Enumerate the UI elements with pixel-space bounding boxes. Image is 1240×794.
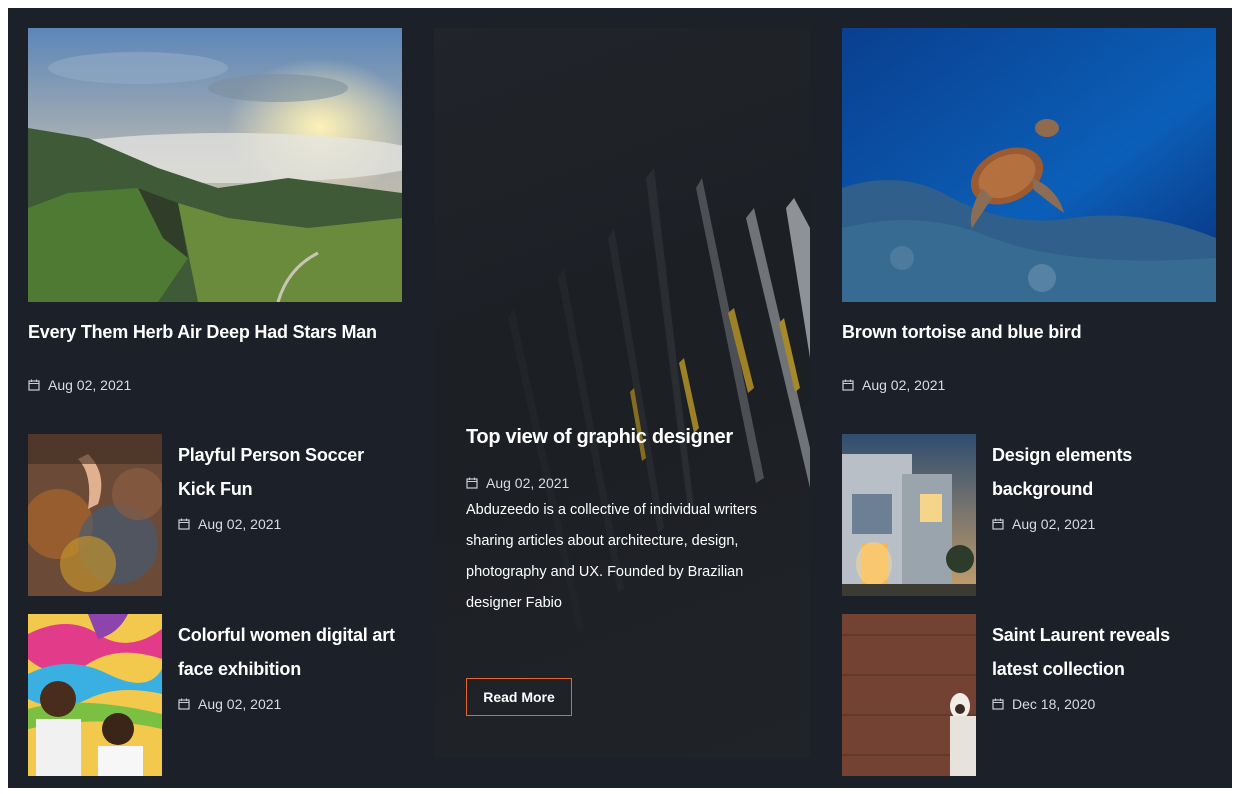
list-item: Playful Person Soccer Kick Fun Aug 02, 2…: [28, 434, 402, 596]
featured-post-excerpt: Abduzeedo is a collective of individual …: [466, 502, 757, 611]
calendar-icon: [992, 518, 1004, 530]
post-date-text: Dec 18, 2020: [1012, 696, 1096, 712]
post-date: Aug 02, 2021: [992, 516, 1095, 532]
post-date-text: Aug 02, 2021: [486, 475, 570, 491]
post-title[interactable]: Playful Person Soccer Kick Fun: [178, 438, 398, 506]
mountain-landscape-image[interactable]: [28, 28, 402, 302]
post-date: Aug 02, 2021: [842, 377, 1216, 393]
list-item: Design elements background Aug 02, 2021: [842, 434, 1216, 596]
post-date-text: Aug 02, 2021: [198, 516, 282, 532]
list-item: Saint Laurent reveals latest collection …: [842, 614, 1216, 776]
list-item: Colorful women digital art face exhibiti…: [28, 614, 402, 776]
calendar-icon: [178, 698, 190, 710]
post-date-text: Aug 02, 2021: [862, 377, 946, 393]
post-date-text: Aug 02, 2021: [1012, 516, 1096, 532]
featured-post-card: Top view of graphic designer Aug 02, 202…: [434, 28, 810, 758]
post-title[interactable]: Brown tortoise and blue bird: [842, 322, 1216, 343]
house-image[interactable]: [842, 434, 976, 596]
puzzle-image[interactable]: [28, 434, 162, 596]
calendar-icon: [466, 477, 478, 489]
post-date: Aug 02, 2021: [178, 696, 281, 712]
post-title[interactable]: Every Them Herb Air Deep Had Stars Man: [28, 322, 402, 343]
post-title[interactable]: Colorful women digital art face exhibiti…: [178, 618, 398, 686]
post-date: Aug 02, 2021: [178, 516, 281, 532]
sea-turtle-image[interactable]: [842, 28, 1216, 302]
left-column: Every Them Herb Air Deep Had Stars Man A…: [28, 28, 402, 776]
post-date: Dec 18, 2020: [992, 696, 1095, 712]
post-title[interactable]: Saint Laurent reveals latest collection: [992, 618, 1212, 686]
read-more-button[interactable]: Read More: [466, 678, 572, 716]
calendar-icon: [178, 518, 190, 530]
post-date: Aug 02, 2021: [466, 475, 786, 491]
post-date-text: Aug 02, 2021: [198, 696, 282, 712]
colorful-portrait-image[interactable]: [28, 614, 162, 776]
featured-post-content: Top view of graphic designer Aug 02, 202…: [466, 426, 786, 619]
featured-post-title[interactable]: Top view of graphic designer: [466, 426, 786, 449]
abstract-background-image: [434, 28, 810, 758]
right-column: Brown tortoise and blue bird Aug 02, 202…: [842, 28, 1216, 776]
post-date: Aug 02, 2021: [28, 377, 402, 393]
post-title[interactable]: Design elements background: [992, 438, 1212, 506]
blog-grid: Every Them Herb Air Deep Had Stars Man A…: [8, 8, 1232, 788]
calendar-icon: [842, 379, 854, 391]
calendar-icon: [28, 379, 40, 391]
post-date-text: Aug 02, 2021: [48, 377, 132, 393]
calendar-icon: [992, 698, 1004, 710]
fashion-image[interactable]: [842, 614, 976, 776]
